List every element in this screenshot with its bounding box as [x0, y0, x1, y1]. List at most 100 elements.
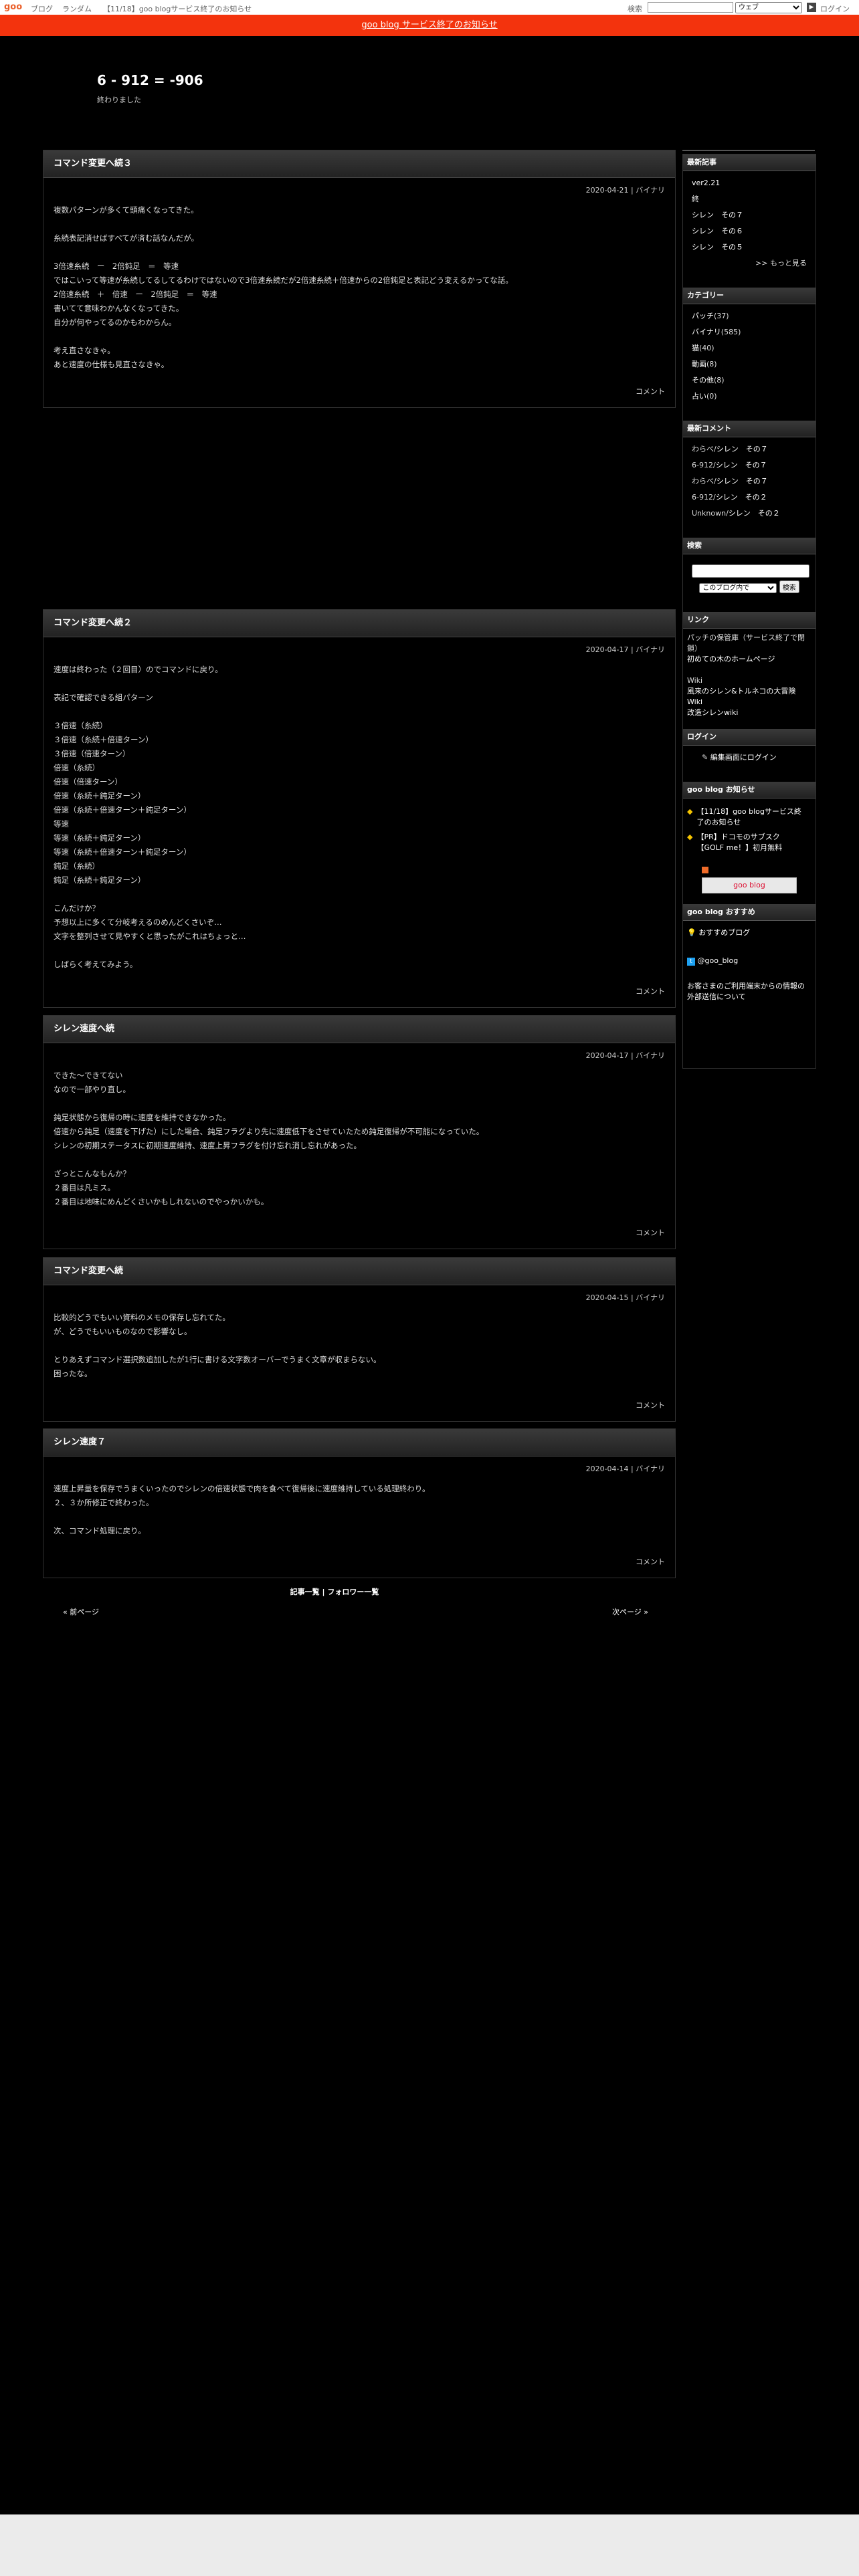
- blog-description: 終わりました: [97, 96, 141, 104]
- comment-entry-link[interactable]: シレン その２: [729, 509, 780, 518]
- goo-news-heading: goo blog お知らせ: [687, 785, 755, 794]
- entry-comment-link[interactable]: コメント: [636, 1556, 665, 1567]
- comment-author: 6-912: [692, 461, 713, 469]
- category-link[interactable]: 占い: [692, 392, 706, 401]
- blog-title[interactable]: 6 - 912 = -906: [97, 72, 203, 88]
- entry: コマンド変更へ続 2020-04-15 | バイナリ 比較的どうでもいい資料のメ…: [43, 1257, 676, 1422]
- comment-author: 6-912: [692, 493, 713, 502]
- rss-icon[interactable]: [702, 867, 708, 873]
- toolbar-link-blog[interactable]: ブログ: [31, 3, 53, 14]
- recent-item[interactable]: シレン その７: [692, 211, 743, 219]
- recent-more-link[interactable]: >> もっと見る: [755, 259, 807, 267]
- next-page: 次ページ »: [612, 1608, 649, 1616]
- entry-title-bar: シレン速度へ続: [43, 1016, 675, 1043]
- edit-icon: ✎: [702, 753, 708, 762]
- category-count: (40): [699, 344, 714, 352]
- toolbar-login-link[interactable]: ログイン: [820, 3, 850, 14]
- sidebar: 最新記事 ver2.21 終 シレン その７ シレン その６ シレン その５ >…: [682, 154, 816, 1069]
- entry-title[interactable]: シレン速度７: [43, 1429, 675, 1456]
- comment-entry-link[interactable]: シレン その２: [716, 493, 767, 502]
- pager-separator: |: [319, 1588, 328, 1596]
- comment-entry-link[interactable]: シレン その７: [717, 477, 768, 486]
- bullet-icon: ◆: [687, 833, 693, 841]
- header-divider: [682, 150, 815, 151]
- service-notice-link[interactable]: goo blog サービス終了のお知らせ: [361, 20, 497, 30]
- category-list: パッチ(37) バイナリ(585) 猫(40) 動画(8) その他(8) 占い(…: [683, 304, 816, 410]
- blog-search-scope[interactable]: このブログ内で: [699, 583, 777, 593]
- entry-meta: 2020-04-17 | バイナリ: [585, 1051, 665, 1060]
- recent-item[interactable]: 終: [692, 195, 699, 203]
- login-edit-link[interactable]: 編集画面にログイン: [710, 753, 777, 762]
- sidebar-heading: ログイン: [683, 729, 816, 746]
- next-page-link[interactable]: 次ページ: [612, 1608, 642, 1616]
- login-heading: ログイン: [687, 732, 717, 741]
- entry-meta: 2020-04-15 | バイナリ: [585, 1293, 665, 1302]
- toolbar-link-random[interactable]: ランダム: [62, 3, 92, 14]
- link-item[interactable]: 改造シレンwiki: [687, 708, 738, 717]
- goo-news-item[interactable]: 【PR】ドコモのサブスク【GOLF me！】初月無料: [696, 832, 807, 853]
- category-heading: カテゴリー: [687, 291, 724, 300]
- entry-title-bar: コマンド変更へ続３: [43, 150, 675, 178]
- page-background: goo ブログ ランダム 【11/18】goo blogサービス終了のお知らせ …: [0, 0, 859, 2514]
- recent-heading: 最新記事: [687, 158, 717, 167]
- category-link[interactable]: バイナリ: [692, 328, 721, 336]
- entry-title[interactable]: コマンド変更へ続２: [43, 610, 675, 637]
- login-block: ✎ 編集画面にログイン: [683, 746, 816, 771]
- prev-page-link[interactable]: 前ページ: [70, 1608, 99, 1616]
- blog-search-input[interactable]: [692, 564, 809, 578]
- toolbar-link-notice[interactable]: 【11/18】goo blogサービス終了のお知らせ: [103, 3, 252, 14]
- link-note: パッチの保管庫（サービス終了で閉鎖）: [687, 633, 805, 653]
- category-count: (37): [714, 312, 729, 320]
- search-input[interactable]: [648, 2, 733, 13]
- service-notice-banner: goo blog サービス終了のお知らせ: [0, 15, 859, 36]
- entry-title[interactable]: コマンド変更へ続３: [43, 150, 675, 177]
- external-send-notice-link[interactable]: お客さまのご利用端末からの情報の外部送信について: [687, 982, 805, 1001]
- entry-title-bar: コマンド変更へ続２: [43, 610, 675, 637]
- entry-comment-link[interactable]: コメント: [636, 386, 665, 397]
- goo-recommend-heading: goo blog おすすめ: [687, 907, 755, 916]
- search-heading: 検索: [687, 541, 702, 550]
- sidebar-heading: 検索: [683, 538, 816, 554]
- category-link[interactable]: パッチ: [692, 312, 714, 320]
- entry: コマンド変更へ続３ 2020-04-21 | バイナリ 複数パターンが多くて頭痛…: [43, 150, 676, 408]
- comments-heading: 最新コメント: [687, 424, 731, 433]
- entry-title[interactable]: シレン速度へ続: [43, 1016, 675, 1043]
- link-item[interactable]: 初めての木のホームページ: [687, 655, 775, 663]
- pager-index: 記事一覧 | フォロワー一覧: [0, 1586, 669, 1597]
- search-scope-select[interactable]: ウェブ: [735, 2, 802, 13]
- category-link[interactable]: その他: [692, 376, 714, 385]
- entry-comment-link[interactable]: コメント: [636, 1227, 665, 1238]
- goo-news-list: ◆ 【11/18】goo blogサービス終了のお知らせ ◆ 【PR】ドコモのサブス…: [683, 798, 816, 899]
- follower-list-link[interactable]: フォロワー一覧: [327, 1588, 379, 1596]
- search-go-icon[interactable]: ▶: [807, 3, 816, 12]
- entry-body: できた～できてない なので一部やり直し。 鈍足状態から復帰の時に速度を維持できな…: [54, 1071, 484, 1206]
- goo-news-item[interactable]: 【11/18】goo blogサービス終了のお知らせ: [696, 807, 807, 828]
- entry-title-bar: シレン速度７: [43, 1429, 675, 1457]
- category-link[interactable]: 動画: [692, 360, 706, 368]
- entry-meta: 2020-04-21 | バイナリ: [585, 186, 665, 195]
- entry-title[interactable]: コマンド変更へ続: [43, 1258, 675, 1285]
- entry-comment-link[interactable]: コメント: [636, 1400, 665, 1410]
- goo-blog-badge[interactable]: goo blog: [702, 877, 797, 893]
- entry-comment-link[interactable]: コメント: [636, 986, 665, 996]
- link-item[interactable]: 風来のシレン&トルネコの大冒険 Wiki: [687, 687, 795, 706]
- comment-entry-link[interactable]: シレン その７: [716, 461, 767, 469]
- recent-item[interactable]: シレン その６: [692, 227, 743, 235]
- comment-author: わらべ: [692, 477, 714, 486]
- goo-logo[interactable]: goo: [4, 2, 22, 12]
- twitter-link[interactable]: @goo_blog: [698, 956, 739, 965]
- article-index-link[interactable]: 記事一覧: [290, 1588, 320, 1596]
- recent-item[interactable]: ver2.21: [692, 179, 720, 187]
- recommended-blog-link[interactable]: おすすめブログ: [698, 928, 750, 937]
- category-count: (8): [714, 376, 725, 385]
- category-link[interactable]: 猫: [692, 344, 699, 352]
- link-note: Wiki: [687, 676, 703, 685]
- recent-list: ver2.21 終 シレン その７ シレン その６ シレン その５ >> もっと…: [683, 171, 816, 277]
- recent-item[interactable]: シレン その５: [692, 243, 743, 251]
- blog-search-button[interactable]: 検索: [779, 580, 799, 593]
- comment-entry-link[interactable]: シレン その７: [717, 445, 768, 453]
- sidebar-heading: カテゴリー: [683, 288, 816, 304]
